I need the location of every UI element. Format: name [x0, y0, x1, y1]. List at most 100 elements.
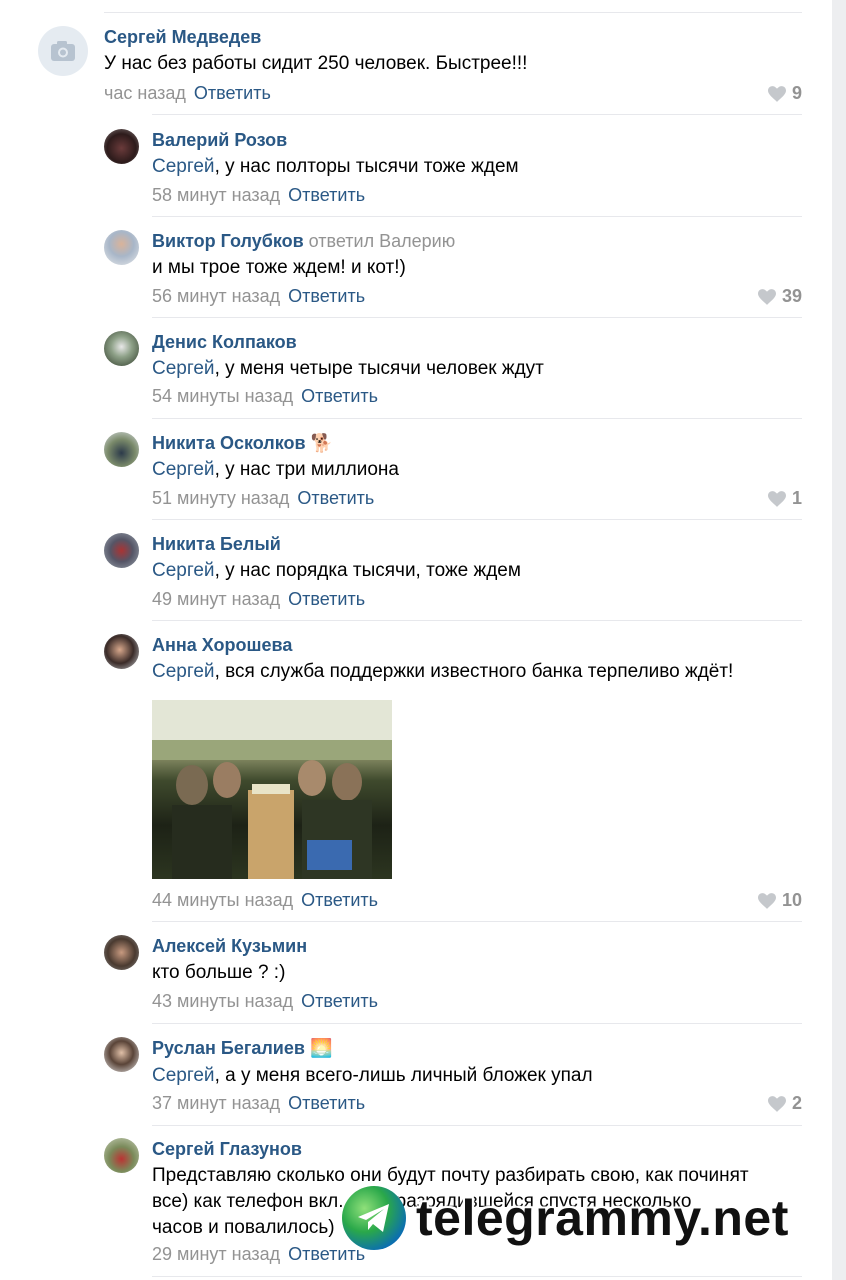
divider — [152, 1023, 802, 1024]
mention-link[interactable]: Сергей — [152, 459, 215, 480]
comment-meta: 58 минут назад Ответить — [152, 185, 365, 206]
comment-meta: 43 минуты назад Ответить — [152, 991, 378, 1012]
avatar[interactable] — [104, 634, 139, 669]
comment-text-body: и мы трое тоже ждем! и кот!) — [152, 257, 406, 278]
avatar[interactable] — [104, 533, 139, 568]
author-name[interactable]: Никита Белый — [152, 534, 281, 555]
comments-page: Сергей Медведев У нас без работы сидит 2… — [0, 0, 832, 1280]
heart-icon — [757, 288, 776, 305]
comment-time[interactable]: 29 минут назад — [152, 1244, 280, 1264]
watermark: telegrammy.net — [342, 1186, 789, 1250]
like-count: 39 — [781, 286, 802, 306]
comment-text: Сергей, у нас полторы тысячи тоже ждем — [152, 154, 519, 180]
comment-time[interactable]: 51 минуту назад — [152, 488, 289, 508]
mention-link[interactable]: Сергей — [152, 560, 215, 581]
divider — [152, 921, 802, 922]
comment-meta: 56 минут назад Ответить — [152, 286, 365, 307]
like-button[interactable]: 39 — [757, 286, 802, 307]
comment-meta: час назад Ответить — [104, 83, 271, 104]
comment-time[interactable]: 37 минут назад — [152, 1093, 280, 1113]
author-name-text[interactable]: Никита Осколков — [152, 433, 306, 453]
paper-plane-shape — [358, 1204, 389, 1232]
like-count: 9 — [791, 83, 802, 103]
camera-icon — [51, 41, 75, 61]
comment-text: Сергей, у нас три миллиона — [152, 457, 399, 483]
comment-time[interactable]: 56 минут назад — [152, 286, 280, 306]
divider — [152, 519, 802, 520]
avatar[interactable] — [104, 230, 139, 265]
comment-time[interactable]: 49 минут назад — [152, 589, 280, 609]
reply-button[interactable]: Ответить — [288, 1093, 365, 1113]
comment-time[interactable]: 43 минуты назад — [152, 991, 293, 1011]
comment-meta: 37 минут назад Ответить — [152, 1093, 365, 1114]
avatar[interactable] — [104, 1138, 139, 1173]
comment-text: У нас без работы сидит 250 человек. Быст… — [104, 51, 527, 77]
divider — [152, 216, 802, 217]
divider — [152, 1276, 802, 1277]
like-button[interactable]: 1 — [767, 488, 802, 509]
comment-time[interactable]: 58 минут назад — [152, 185, 280, 205]
comment-text-body: , а у меня всего-лишь личный бложек упал — [214, 1065, 593, 1086]
like-button[interactable]: 2 — [767, 1093, 802, 1114]
telegram-plane-icon — [342, 1186, 406, 1250]
attached-photo[interactable] — [152, 700, 392, 879]
like-button[interactable]: 9 — [767, 83, 802, 104]
mention-link[interactable]: Сергей — [152, 156, 215, 177]
avatar[interactable] — [38, 26, 88, 76]
author-name[interactable]: Никита Осколков 🐕 — [152, 433, 333, 454]
comment-text-body: У нас без работы сидит 250 человек. Быст… — [104, 53, 528, 74]
author-name[interactable]: Виктор Голубков ответил Валерию — [152, 231, 455, 252]
comment-text-line-3: часов и повалилось) — [152, 1217, 335, 1238]
avatar[interactable] — [104, 129, 139, 164]
comment-meta: 49 минут назад Ответить — [152, 589, 365, 610]
comment-time[interactable]: час назад — [104, 83, 186, 103]
author-name[interactable]: Сергей Глазунов — [152, 1139, 302, 1160]
comment-text-body: , вся служба поддержки известного банка … — [214, 661, 734, 682]
comment-text: кто больше ? :) — [152, 960, 285, 986]
heart-icon — [767, 85, 786, 102]
comment-text-body: , у меня четыре тысячи человек ждут — [214, 358, 544, 379]
avatar[interactable] — [104, 1037, 139, 1072]
like-count: 2 — [791, 1093, 802, 1113]
like-button[interactable]: 10 — [757, 890, 802, 911]
divider — [152, 620, 802, 621]
reply-button[interactable]: Ответить — [301, 890, 378, 910]
reply-button[interactable]: Ответить — [301, 991, 378, 1011]
like-count: 1 — [791, 488, 802, 508]
dog-emoji-icon: 🐕 — [310, 433, 333, 453]
mention-link[interactable]: Сергей — [152, 1065, 215, 1086]
mention-link[interactable]: Сергей — [152, 661, 215, 682]
reply-button[interactable]: Ответить — [288, 589, 365, 609]
author-name[interactable]: Денис Колпаков — [152, 332, 297, 353]
author-name-text[interactable]: Виктор Голубков — [152, 231, 304, 251]
comment-meta: 44 минуты назад Ответить — [152, 890, 378, 911]
comment-time[interactable]: 54 минуты назад — [152, 386, 293, 406]
reply-button[interactable]: Ответить — [288, 185, 365, 205]
reply-button[interactable]: Ответить — [301, 386, 378, 406]
comment-time[interactable]: 44 минуты назад — [152, 890, 293, 910]
author-name[interactable]: Анна Хорошева — [152, 635, 292, 656]
comment-meta: 51 минуту назад Ответить — [152, 488, 374, 509]
avatar[interactable] — [104, 432, 139, 467]
reply-to-label[interactable]: ответил Валерию — [309, 231, 456, 251]
divider — [152, 418, 802, 419]
author-name-text[interactable]: Руслан Бегалиев — [152, 1038, 305, 1058]
like-count: 10 — [781, 890, 802, 910]
reply-button[interactable]: Ответить — [288, 286, 365, 306]
avatar[interactable] — [104, 935, 139, 970]
author-name[interactable]: Руслан Бегалиев 🌅 — [152, 1038, 332, 1059]
author-name[interactable]: Валерий Розов — [152, 130, 287, 151]
comment-text: Сергей, у нас порядка тысячи, тоже ждем — [152, 558, 521, 584]
comment-text-body: кто больше ? :) — [152, 962, 286, 983]
watermark-text: telegrammy.net — [416, 1190, 789, 1246]
author-name[interactable]: Сергей Медведев — [104, 27, 261, 48]
photo-content — [152, 700, 392, 879]
author-name[interactable]: Алексей Кузьмин — [152, 936, 307, 957]
divider — [104, 12, 802, 13]
avatar[interactable] — [104, 331, 139, 366]
reply-button[interactable]: Ответить — [297, 488, 374, 508]
comment-text-body: , у нас порядка тысячи, тоже ждем — [214, 560, 521, 581]
sunrise-emoji-icon: 🌅 — [309, 1038, 333, 1058]
mention-link[interactable]: Сергей — [152, 358, 215, 379]
reply-button[interactable]: Ответить — [194, 83, 271, 103]
